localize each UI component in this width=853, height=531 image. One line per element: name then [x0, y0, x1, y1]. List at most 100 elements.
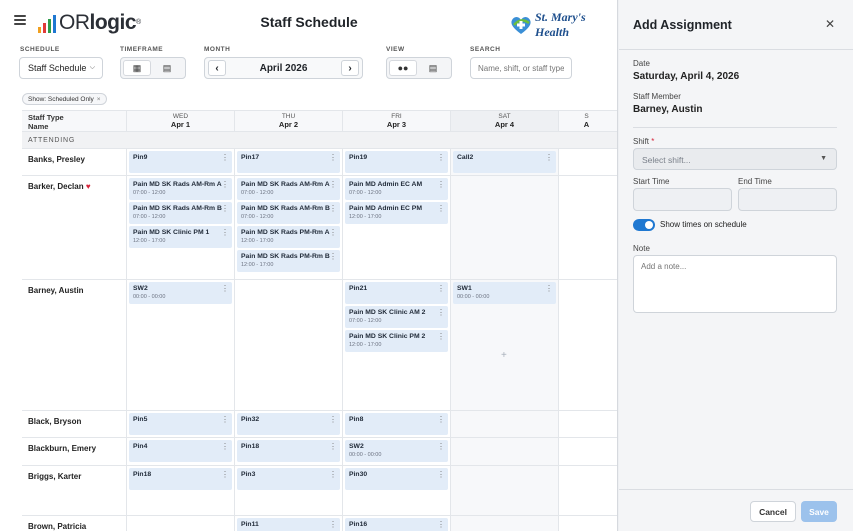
- close-chip-icon[interactable]: ×: [97, 96, 101, 103]
- shift-card[interactable]: Call2 ⋮: [453, 151, 556, 173]
- more-options-icon[interactable]: ⋮: [329, 154, 337, 162]
- staff-name[interactable]: Barker, Declan ♥: [22, 176, 126, 279]
- shift-card[interactable]: SW2 00:00 - 00:00 ⋮: [345, 440, 448, 462]
- more-options-icon[interactable]: ⋮: [329, 471, 337, 479]
- start-time-input[interactable]: [633, 188, 732, 211]
- schedule-cell[interactable]: [234, 280, 342, 410]
- schedule-cell[interactable]: [558, 149, 614, 175]
- staff-name[interactable]: Banks, Presley: [22, 149, 126, 175]
- more-options-icon[interactable]: ⋮: [545, 154, 553, 162]
- shift-card[interactable]: Pain MD SK Rads PM-Rm A 12:00 - 17:00 ⋮: [237, 226, 340, 248]
- shift-card[interactable]: Pin30 ⋮: [345, 468, 448, 490]
- more-options-icon[interactable]: ⋮: [221, 205, 229, 213]
- shift-card[interactable]: Pin32 ⋮: [237, 413, 340, 435]
- shift-card[interactable]: Pain MD SK Clinic PM 2 12:00 - 17:00 ⋮: [345, 330, 448, 352]
- schedule-cell[interactable]: [558, 516, 614, 531]
- schedule-cell[interactable]: SW1 00:00 - 00:00 ⋮ +: [450, 280, 558, 410]
- shift-card[interactable]: SW2 00:00 - 00:00 ⋮: [129, 282, 232, 304]
- people-view-icon[interactable]: ●●: [389, 60, 417, 76]
- schedule-cell[interactable]: Pin11 ⋮: [234, 516, 342, 531]
- shift-card[interactable]: Pin9 ⋮: [129, 151, 232, 173]
- shift-card[interactable]: Pain MD Admin EC PM 12:00 - 17:00 ⋮: [345, 202, 448, 224]
- shift-card[interactable]: Pain MD SK Clinic PM 1 12:00 - 17:00 ⋮: [129, 226, 232, 248]
- more-options-icon[interactable]: ⋮: [329, 521, 337, 529]
- schedule-select[interactable]: Staff Schedule ⌵: [19, 57, 103, 79]
- schedule-cell[interactable]: Pin21 ⋮ Pain MD SK Clinic AM 2 07:00 - 12:0…: [342, 280, 450, 410]
- shift-card[interactable]: Pin16 ⋮: [345, 518, 448, 531]
- next-month-chevron-icon[interactable]: ›: [341, 60, 359, 76]
- more-options-icon[interactable]: ⋮: [437, 471, 445, 479]
- more-options-icon[interactable]: ⋮: [437, 521, 445, 529]
- shift-card[interactable]: Pin3 ⋮: [237, 468, 340, 490]
- schedule-cell[interactable]: Pin5 ⋮: [126, 411, 234, 437]
- staff-name[interactable]: Barney, Austin: [22, 280, 126, 410]
- schedule-cell[interactable]: Pin18 ⋮: [126, 466, 234, 515]
- schedule-cell[interactable]: Pain MD SK Rads AM-Rm A 07:00 - 12:00 ⋮ Pai…: [126, 176, 234, 279]
- shift-card[interactable]: SW1 00:00 - 00:00 ⋮: [453, 282, 556, 304]
- shift-card[interactable]: Pin8 ⋮: [345, 413, 448, 435]
- schedule-cell[interactable]: [450, 516, 558, 531]
- schedule-cell[interactable]: [558, 438, 614, 465]
- more-options-icon[interactable]: ⋮: [329, 181, 337, 189]
- search-input[interactable]: [470, 57, 572, 79]
- prev-month-chevron-icon[interactable]: ‹: [208, 60, 226, 76]
- shift-card[interactable]: Pin11 ⋮: [237, 518, 340, 531]
- shift-card[interactable]: Pin17 ⋮: [237, 151, 340, 173]
- more-options-icon[interactable]: ⋮: [437, 205, 445, 213]
- more-options-icon[interactable]: ⋮: [329, 416, 337, 424]
- schedule-cell[interactable]: Pin3 ⋮: [234, 466, 342, 515]
- more-options-icon[interactable]: ⋮: [221, 443, 229, 451]
- shift-card[interactable]: Pin4 ⋮: [129, 440, 232, 462]
- schedule-cell[interactable]: [558, 280, 614, 410]
- more-options-icon[interactable]: ⋮: [221, 181, 229, 189]
- calendar-view-icon[interactable]: ▤: [419, 60, 447, 76]
- schedule-cell[interactable]: [558, 176, 614, 279]
- schedule-cell[interactable]: [450, 438, 558, 465]
- close-icon[interactable]: ✕: [825, 17, 835, 31]
- end-time-input[interactable]: [738, 188, 837, 211]
- more-options-icon[interactable]: ⋮: [221, 471, 229, 479]
- schedule-cell[interactable]: SW2 00:00 - 00:00 ⋮: [126, 280, 234, 410]
- shift-card[interactable]: Pin5 ⋮: [129, 413, 232, 435]
- more-options-icon[interactable]: ⋮: [329, 253, 337, 261]
- shift-card[interactable]: Pain MD SK Rads AM-Rm A 07:00 - 12:00 ⋮: [237, 178, 340, 200]
- shift-card[interactable]: Pin18 ⋮: [129, 468, 232, 490]
- staff-name[interactable]: Black, Bryson: [22, 411, 126, 437]
- shift-card[interactable]: Pain MD SK Rads PM-Rm B 12:00 - 17:00 ⋮: [237, 250, 340, 272]
- schedule-cell[interactable]: [558, 411, 614, 437]
- more-options-icon[interactable]: ⋮: [329, 229, 337, 237]
- shift-card[interactable]: Pain MD SK Clinic AM 2 07:00 - 12:00 ⋮: [345, 306, 448, 328]
- staff-name[interactable]: Brown, Patricia: [22, 516, 126, 531]
- more-options-icon[interactable]: ⋮: [437, 285, 445, 293]
- schedule-cell[interactable]: Pin16 ⋮: [342, 516, 450, 531]
- more-options-icon[interactable]: ⋮: [221, 154, 229, 162]
- schedule-cell[interactable]: Pin9 ⋮: [126, 149, 234, 175]
- schedule-cell[interactable]: [126, 516, 234, 531]
- save-button[interactable]: Save: [801, 501, 837, 522]
- more-options-icon[interactable]: ⋮: [437, 309, 445, 317]
- schedule-cell[interactable]: Pin4 ⋮: [126, 438, 234, 465]
- schedule-cell[interactable]: SW2 00:00 - 00:00 ⋮: [342, 438, 450, 465]
- schedule-cell[interactable]: Call2 ⋮: [450, 149, 558, 175]
- more-options-icon[interactable]: ⋮: [437, 154, 445, 162]
- schedule-cell[interactable]: Pin19 ⋮: [342, 149, 450, 175]
- more-options-icon[interactable]: ⋮: [329, 205, 337, 213]
- schedule-cell[interactable]: [450, 176, 558, 279]
- schedule-cell[interactable]: [450, 411, 558, 437]
- week-view-calendar-icon[interactable]: ▦: [123, 60, 151, 76]
- shift-card[interactable]: Pin19 ⋮: [345, 151, 448, 173]
- schedule-cell[interactable]: Pin18 ⋮: [234, 438, 342, 465]
- more-options-icon[interactable]: ⋮: [545, 285, 553, 293]
- note-textarea[interactable]: [633, 255, 837, 313]
- more-options-icon[interactable]: ⋮: [221, 285, 229, 293]
- more-options-icon[interactable]: ⋮: [221, 416, 229, 424]
- more-options-icon[interactable]: ⋮: [437, 333, 445, 341]
- shift-card[interactable]: Pain MD Admin EC AM 07:00 - 12:00 ⋮: [345, 178, 448, 200]
- show-times-toggle[interactable]: [633, 219, 655, 231]
- schedule-cell[interactable]: Pin17 ⋮: [234, 149, 342, 175]
- schedule-cell[interactable]: Pin30 ⋮: [342, 466, 450, 515]
- staff-name[interactable]: Blackburn, Emery: [22, 438, 126, 465]
- schedule-cell[interactable]: Pin8 ⋮: [342, 411, 450, 437]
- shift-card[interactable]: Pain MD SK Rads AM-Rm A 07:00 - 12:00 ⋮: [129, 178, 232, 200]
- schedule-cell[interactable]: Pain MD Admin EC AM 07:00 - 12:00 ⋮ Pain MD…: [342, 176, 450, 279]
